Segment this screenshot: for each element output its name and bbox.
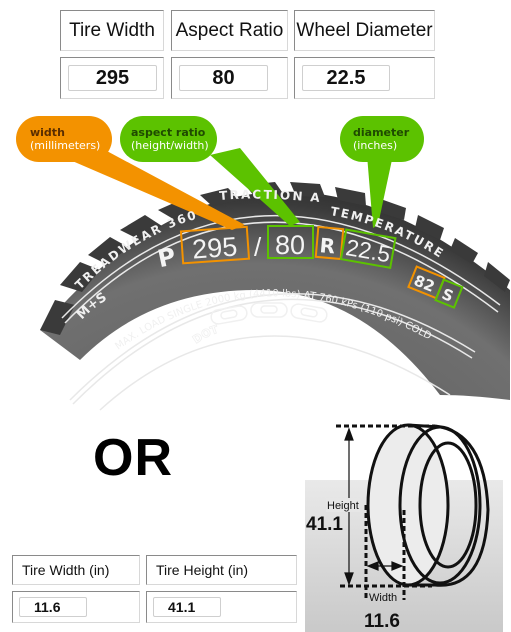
header-wheel-diameter: Wheel Diameter (294, 10, 435, 51)
tire-width-input[interactable]: 295 (68, 65, 157, 91)
dot-label: DOT (190, 323, 220, 347)
sidewall-width-value: 295 (191, 232, 238, 265)
tire-sidewall-illustration: width (millimeters) aspect ratio (height… (16, 116, 510, 411)
value-cell-wheel-diameter: 22.5 (294, 57, 435, 99)
diameter-callout-subtitle: (inches) (353, 139, 397, 152)
width-value: 11.6 (364, 611, 400, 632)
value-cell-tire-height-in: 41.1 (146, 591, 297, 623)
aspect-callout-subtitle: (height/width) (131, 139, 209, 152)
value-cell-tire-width-in: 11.6 (12, 591, 140, 623)
width-callout-title: width (30, 126, 65, 139)
diameter-callout: diameter (inches) (340, 116, 424, 162)
aspect-callout-title: aspect ratio (131, 126, 206, 139)
header-tire-width-in: Tire Width (in) (12, 555, 140, 585)
sidewall-slash: / (254, 232, 262, 262)
height-label: Height (327, 500, 359, 512)
height-value: 41.1 (306, 514, 343, 535)
header-aspect-ratio: Aspect Ratio (171, 10, 288, 51)
sidewall-aspect-value: 80 (275, 230, 305, 260)
tire-dimension-diagram: Height 41.1 Width 11.6 (305, 423, 503, 632)
value-cell-aspect-ratio: 80 (171, 57, 288, 99)
dot-code-ovals (210, 302, 328, 325)
diameter-callout-title: diameter (353, 126, 410, 139)
tire-height-in-input[interactable]: 41.1 (153, 597, 221, 617)
width-callout-subtitle: (millimeters) (30, 139, 100, 152)
header-tire-width: Tire Width (60, 10, 164, 51)
wheel-diameter-input[interactable]: 22.5 (302, 65, 390, 91)
aspect-ratio-callout: aspect ratio (height/width) (120, 116, 217, 162)
header-tire-height-in: Tire Height (in) (146, 555, 297, 585)
or-separator: OR (93, 429, 173, 487)
sidewall-construction-letter: R (319, 233, 336, 258)
width-callout: width (millimeters) (16, 116, 112, 162)
value-cell-tire-width: 295 (60, 57, 164, 99)
aspect-ratio-input[interactable]: 80 (179, 65, 268, 91)
tire-width-in-input[interactable]: 11.6 (19, 597, 87, 617)
width-label: Width (369, 592, 397, 604)
